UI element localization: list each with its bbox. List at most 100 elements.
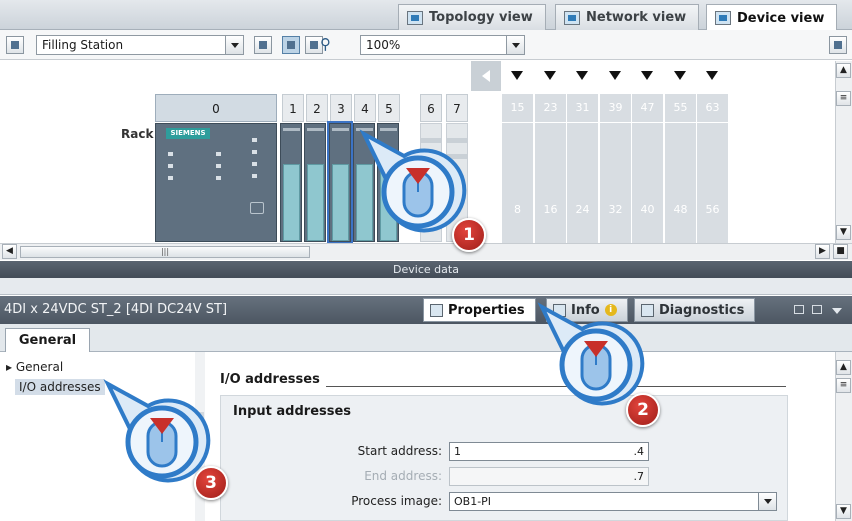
zoom-icon[interactable]: ⚲	[320, 35, 331, 53]
device-overview-toggle-icon[interactable]: ■	[833, 244, 848, 259]
expansion-column[interactable]: 31 24	[567, 61, 599, 243]
step-badge-1: 1	[452, 218, 486, 252]
properties-content: I/O addresses Input addresses Start addr…	[206, 352, 835, 521]
tab-network-view[interactable]: Network view	[555, 4, 700, 30]
scroll-down-icon[interactable]: ▼	[836, 504, 851, 519]
module-strip	[356, 128, 373, 131]
chevron-down-icon[interactable]	[832, 308, 842, 314]
scroll-up-icon[interactable]: ▲	[836, 63, 851, 78]
tab-properties[interactable]: Properties	[423, 298, 536, 322]
expansion-column[interactable]: 47 40	[632, 61, 664, 243]
device-view-toolbar: Filling Station 100%	[0, 30, 852, 60]
nav-item-io-addresses[interactable]: I/O addresses	[15, 379, 105, 395]
expand-arrow-icon[interactable]	[600, 61, 631, 91]
ethernet-port-icon	[250, 202, 264, 214]
scroll-thumb-icon[interactable]: ≡	[836, 378, 851, 393]
device-selector[interactable]: Filling Station	[36, 35, 244, 55]
rack-horizontal-scrollbar[interactable]: ◀ ||| ▶ ■	[0, 243, 852, 260]
scroll-right-icon[interactable]: ▶	[815, 244, 830, 259]
nav-item-label: General	[15, 360, 64, 374]
expansion-slot-head: 55	[665, 94, 696, 122]
end-address-bit: .7	[633, 470, 645, 483]
expansion-slot-body: 24	[567, 123, 598, 243]
rack-label: Rack	[121, 127, 154, 141]
process-image-select[interactable]: OB1-PI	[449, 492, 777, 511]
tab-device-view[interactable]: Device view	[706, 4, 838, 31]
expand-triangle-icon[interactable]: ▸	[6, 360, 12, 374]
scroll-left-icon[interactable]: ◀	[2, 244, 17, 259]
panel-splitter[interactable]	[0, 278, 852, 295]
tab-general[interactable]: General	[5, 328, 90, 353]
expand-arrow-icon[interactable]	[697, 61, 728, 91]
chevron-down-icon[interactable]	[758, 493, 776, 510]
slot-number-5[interactable]: 5	[378, 94, 400, 122]
add-device-icon[interactable]	[6, 36, 24, 54]
status-led	[252, 150, 257, 154]
io-module-slot-2[interactable]	[304, 123, 326, 242]
expansion-column[interactable]: 63 56	[697, 61, 729, 243]
status-led	[216, 152, 221, 156]
maximize-window-icon[interactable]	[812, 305, 822, 314]
nav-item-label: I/O addresses	[19, 380, 101, 394]
mouse-click-icon	[537, 302, 645, 406]
nav-item-general[interactable]: ▸ General	[6, 360, 63, 374]
chevron-down-icon[interactable]	[506, 36, 524, 54]
status-led	[168, 164, 173, 168]
expand-arrow-icon[interactable]	[535, 61, 566, 91]
expansion-column[interactable]: 15 8	[502, 61, 534, 243]
topology-icon	[407, 10, 423, 25]
float-window-icon[interactable]	[794, 305, 804, 314]
siemens-logo: SIEMENS	[166, 128, 210, 139]
expansion-column[interactable]: 39 32	[600, 61, 632, 243]
mouse-click-callout-2	[534, 302, 645, 407]
collapse-expansion-button[interactable]	[471, 61, 501, 91]
overview-toggle-icon[interactable]	[829, 36, 847, 54]
status-led	[168, 176, 173, 180]
tab-topology-view[interactable]: Topology view	[398, 4, 546, 30]
properties-vertical-scrollbar[interactable]: ▲ ≡ ▼	[835, 352, 852, 521]
expansion-column[interactable]: 55 48	[665, 61, 697, 243]
mouse-click-callout-1	[356, 129, 467, 234]
expand-arrow-icon[interactable]	[567, 61, 598, 91]
expand-arrow-icon[interactable]	[665, 61, 696, 91]
start-address-input[interactable]: 1 .4	[449, 442, 649, 461]
scroll-thumb-icon[interactable]: ≡	[836, 91, 851, 106]
slot-number-4[interactable]: 4	[354, 94, 376, 122]
slot-number-1[interactable]: 1	[282, 94, 304, 122]
expand-arrow-icon[interactable]	[632, 61, 663, 91]
status-led	[216, 164, 221, 168]
scroll-up-icon[interactable]: ▲	[836, 360, 851, 375]
device-overview-icon[interactable]	[254, 36, 272, 54]
expansion-slot-head: 23	[535, 94, 566, 122]
scroll-down-icon[interactable]: ▼	[836, 225, 851, 240]
scroll-thumb[interactable]: |||	[20, 246, 310, 258]
tab-label: Diagnostics	[659, 302, 745, 318]
expand-arrow-icon[interactable]	[502, 61, 533, 91]
slot-number-6[interactable]: 6	[420, 94, 442, 122]
input-addresses-group: Input addresses Start address: 1 .4 End …	[220, 395, 788, 521]
device-icon	[715, 11, 731, 25]
module-strip	[380, 128, 397, 131]
properties-icon	[430, 303, 443, 317]
show-labels-icon[interactable]	[282, 36, 300, 54]
tab-label: Properties	[448, 302, 525, 318]
view-tab-bar: Topology view Network view Device view	[0, 0, 852, 31]
expansion-slot-value: 8	[514, 203, 521, 216]
zoom-select[interactable]: 100%	[360, 35, 525, 55]
device-data-bar[interactable]: Device data	[0, 261, 852, 278]
cpu-module[interactable]: SIEMENS	[155, 123, 277, 242]
expansion-slot-head: 15	[502, 94, 533, 122]
slot-number-7[interactable]: 7	[446, 94, 468, 122]
tab-diagnostics[interactable]: Diagnostics	[634, 298, 756, 322]
status-led	[168, 152, 173, 156]
chevron-down-icon[interactable]	[225, 36, 243, 54]
end-address-label: End address:	[364, 469, 442, 483]
expansion-column[interactable]: 23 16	[535, 61, 567, 243]
slot-number-0[interactable]: 0	[155, 94, 277, 122]
slot-number-2[interactable]: 2	[306, 94, 328, 122]
slot-number-3[interactable]: 3	[330, 94, 352, 122]
rack-vertical-scrollbar[interactable]: ▲ ≡ ▼	[835, 61, 852, 243]
io-module-slot-3[interactable]	[327, 121, 353, 244]
signal-board-module[interactable]	[280, 123, 302, 242]
expansion-slot-value: 48	[673, 203, 688, 216]
